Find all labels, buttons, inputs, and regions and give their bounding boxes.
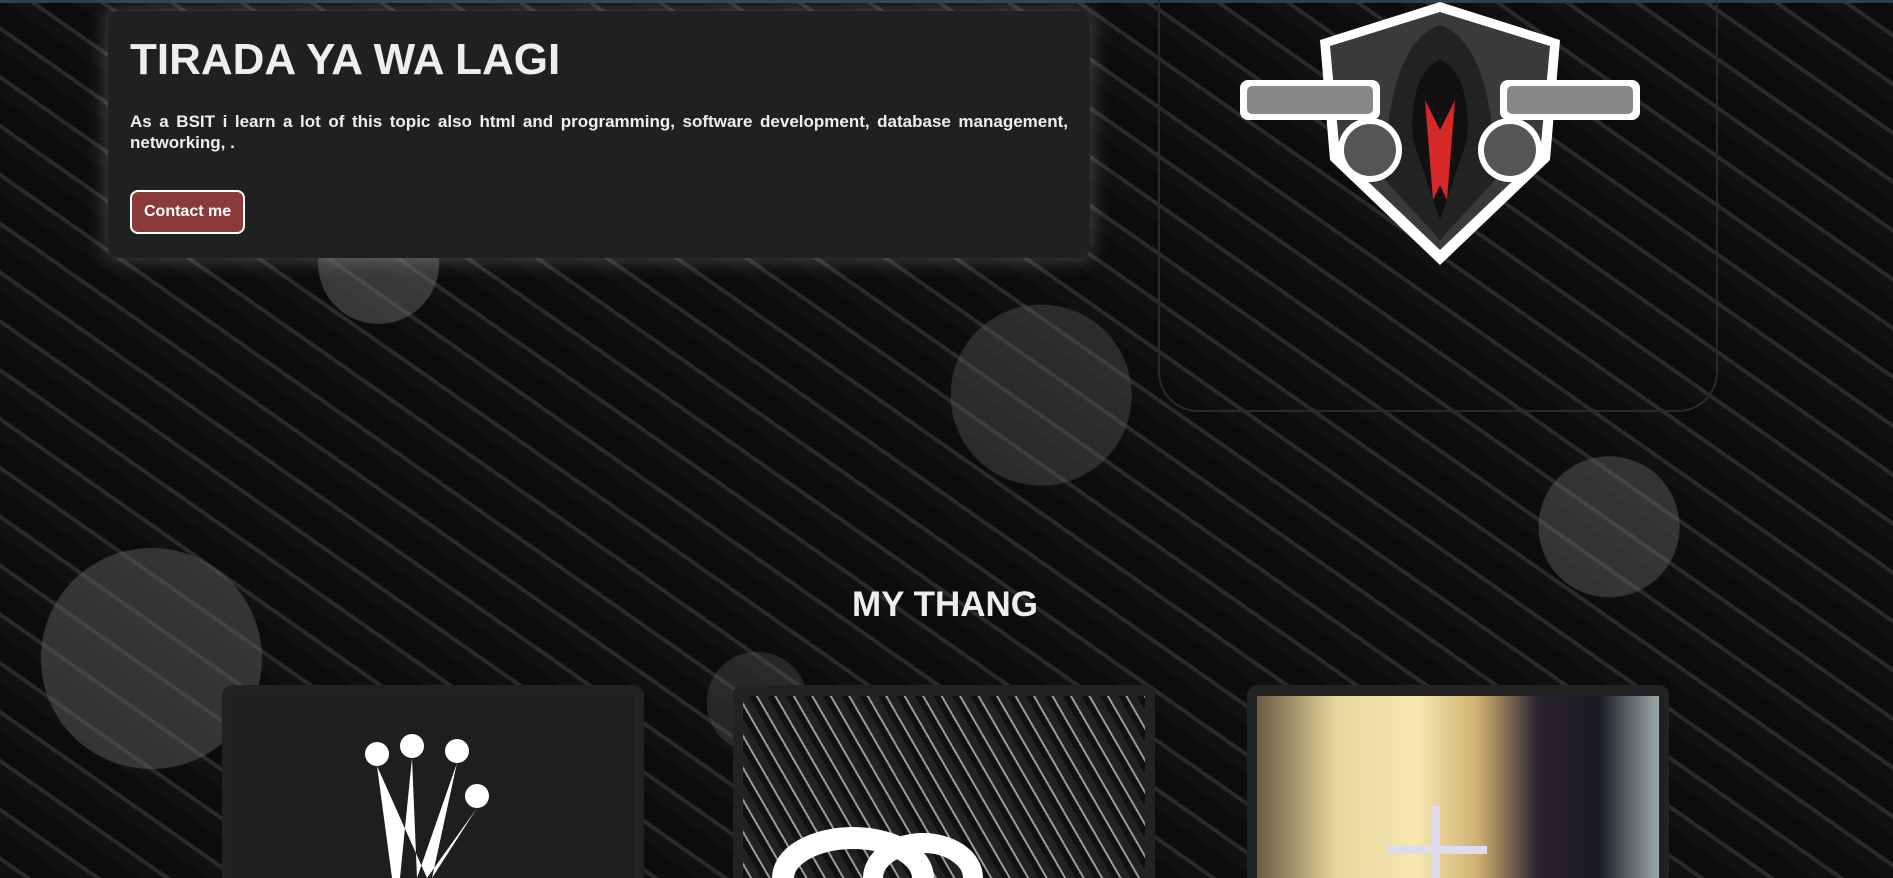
- blurred-storefront-image-icon: [1257, 696, 1659, 878]
- hooded-figure-with-guns-logo-icon: [1240, 2, 1640, 265]
- section-title: MY THANG: [851, 585, 1039, 624]
- project-card[interactable]: [1247, 685, 1669, 878]
- project-card[interactable]: [733, 685, 1155, 878]
- hero-description: As a BSIT i learn a lot of this topic al…: [130, 112, 1068, 152]
- hero-card: TIRADA YA WA LAGI As a BSIT i learn a lo…: [108, 11, 1090, 258]
- project-card[interactable]: [222, 685, 644, 878]
- crown-graffiti-image-icon: [232, 696, 634, 878]
- contact-me-button[interactable]: Contact me: [130, 190, 246, 234]
- stussy-graffiti-image-icon: [743, 696, 1145, 878]
- hero-title: TIRADA YA WA LAGI: [130, 35, 561, 84]
